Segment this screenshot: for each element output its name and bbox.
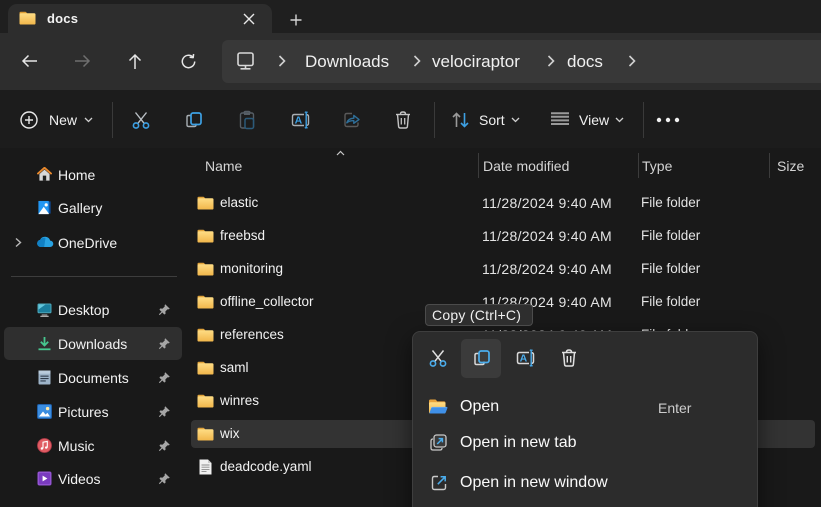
svg-text:A: A [295,115,303,127]
svg-text:A: A [520,353,528,365]
